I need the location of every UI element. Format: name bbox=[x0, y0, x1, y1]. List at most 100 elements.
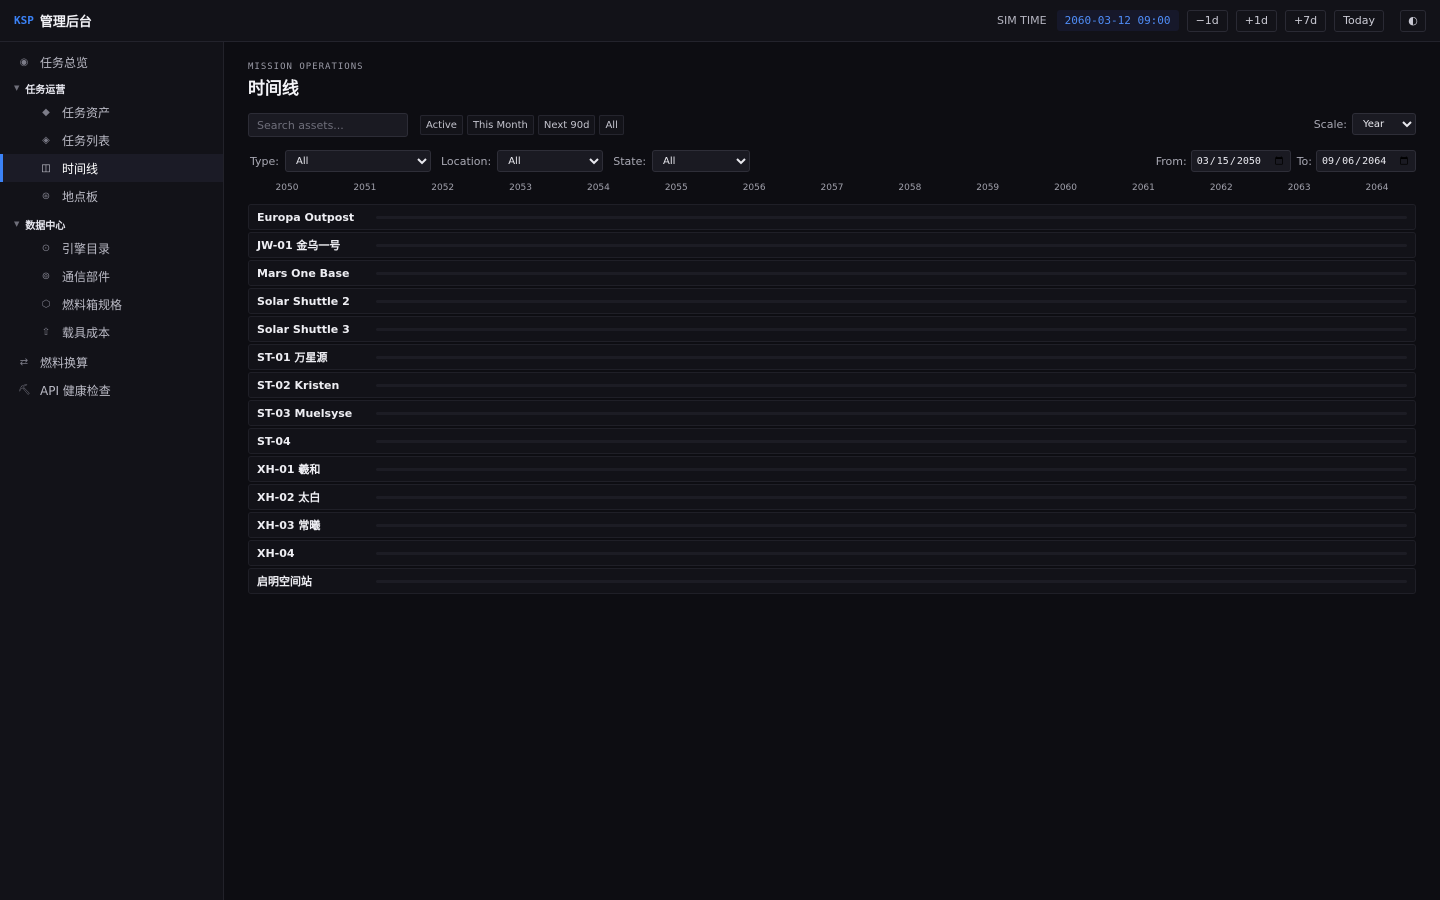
date-range: From: To: bbox=[1156, 150, 1416, 172]
chip-active[interactable]: Active bbox=[420, 115, 463, 135]
chevron-down-icon: ▼ bbox=[14, 220, 20, 228]
timeline-row[interactable]: ST-04 bbox=[248, 428, 1416, 454]
chip-all[interactable]: All bbox=[599, 115, 624, 135]
sidebar-item-label: 通信部件 bbox=[62, 269, 111, 284]
year-tick: 2057 bbox=[820, 183, 844, 193]
swap-icon: ⇄ bbox=[19, 356, 29, 368]
type-label: Type: bbox=[250, 154, 279, 168]
sidebar-item-api-health[interactable]: ⛏ API 健康检查 bbox=[0, 376, 223, 404]
sidebar-item-label: 载具成本 bbox=[62, 325, 111, 340]
timeline-track bbox=[376, 300, 1407, 303]
app-title: 管理后台 bbox=[39, 15, 92, 30]
chevron-down-icon: ▼ bbox=[14, 84, 20, 92]
sidebar-item-location-board[interactable]: ⊛ 地点板 bbox=[0, 182, 223, 210]
timeline-track bbox=[376, 244, 1407, 247]
sidebar-group-data-center[interactable]: ▼ 数据中心 bbox=[0, 214, 223, 234]
timeline-row[interactable]: 启明空间站 bbox=[248, 568, 1416, 594]
timeline-row[interactable]: Solar Shuttle 2 bbox=[248, 288, 1416, 314]
search-input[interactable] bbox=[248, 113, 408, 137]
year-tick: 2050 bbox=[275, 183, 299, 193]
diamond-outline-icon: ◈ bbox=[42, 134, 50, 146]
plus-1d-button[interactable]: +1d bbox=[1235, 9, 1277, 32]
timeline-row[interactable]: ST-03 Muelsyse bbox=[248, 400, 1416, 426]
timeline-year-axis: 2050 2051 2052 2053 2054 2055 2056 2057 2058 2059… bbox=[248, 183, 1416, 197]
brand[interactable]: KSP 管理后台 bbox=[14, 11, 92, 30]
state-select[interactable]: All bbox=[652, 150, 751, 172]
sidebar-item-label: 地点板 bbox=[62, 189, 99, 204]
sidebar-item-label: 燃料箱规格 bbox=[62, 297, 123, 312]
sidebar-item-engine-catalog[interactable]: ⊙ 引擎目录 bbox=[0, 234, 223, 262]
asset-name: Europa Outpost bbox=[257, 210, 355, 224]
timeline-row[interactable]: JW-01 金乌一号 bbox=[248, 232, 1416, 258]
scale-label: Scale: bbox=[1313, 117, 1347, 131]
timeline-track bbox=[376, 384, 1407, 387]
sidebar-item-fuel-tank-specs[interactable]: ⬡ 燃料箱规格 bbox=[0, 290, 223, 318]
sidebar-item-mission-assets[interactable]: ◆ 任务资产 bbox=[0, 98, 223, 126]
arrow-up-icon: ⇧ bbox=[41, 326, 51, 338]
sim-time-value: 2060-03-12 09:00 bbox=[1056, 10, 1179, 31]
sidebar-item-mission-list[interactable]: ◈ 任务列表 bbox=[0, 126, 223, 154]
timeline-row[interactable]: ST-02 Kristen bbox=[248, 372, 1416, 398]
sidebar-group-title: 任务运营 bbox=[25, 84, 66, 96]
year-tick: 2063 bbox=[1287, 183, 1311, 193]
year-tick: 2052 bbox=[431, 183, 455, 193]
sidebar-item-comm-parts[interactable]: ⊚ 通信部件 bbox=[0, 262, 223, 290]
year-tick: 2055 bbox=[664, 183, 688, 193]
sidebar-item-label: 引擎目录 bbox=[62, 241, 111, 256]
timeline-row[interactable]: XH-02 太白 bbox=[248, 484, 1416, 510]
timeline-row[interactable]: XH-04 bbox=[248, 540, 1416, 566]
timeline-row[interactable]: Europa Outpost bbox=[248, 204, 1416, 230]
to-label: To: bbox=[1296, 154, 1312, 168]
scale-select[interactable]: Year bbox=[1352, 113, 1416, 135]
asset-name: ST-01 万星源 bbox=[257, 351, 328, 364]
timeline-track bbox=[376, 496, 1407, 499]
page-eyebrow: MISSION OPERATIONS bbox=[248, 62, 364, 72]
sidebar-group-mission-ops[interactable]: ▼ 任务运营 bbox=[0, 78, 223, 98]
location-label: Location: bbox=[440, 154, 492, 168]
today-button[interactable]: Today bbox=[1334, 9, 1384, 32]
asset-name: ST-04 bbox=[257, 434, 291, 448]
timeline-track bbox=[376, 356, 1407, 359]
location-select[interactable]: All bbox=[497, 150, 604, 172]
timeline-row[interactable]: ST-01 万星源 bbox=[248, 344, 1416, 370]
timeline-row[interactable]: Mars One Base bbox=[248, 260, 1416, 286]
timeline-track bbox=[376, 216, 1407, 219]
asset-name: XH-01 羲和 bbox=[257, 463, 321, 476]
to-date-input[interactable] bbox=[1316, 150, 1416, 172]
sidebar: ◉ 任务总览 ▼ 任务运营 ◆ 任务资产 ◈ 任务列表 ◫ 时间线 ⊛ 地点板 … bbox=[0, 42, 224, 900]
timeline-track bbox=[376, 468, 1407, 471]
plus-7d-button[interactable]: +7d bbox=[1284, 9, 1327, 32]
state-label: State: bbox=[613, 154, 647, 168]
sidebar-item-timeline[interactable]: ◫ 时间线 bbox=[0, 154, 223, 182]
sidebar-item-vehicle-cost[interactable]: ⇧ 载具成本 bbox=[0, 318, 223, 346]
year-tick: 2060 bbox=[1054, 183, 1078, 193]
year-tick: 2062 bbox=[1209, 183, 1233, 193]
sidebar-item-label: 任务总览 bbox=[40, 55, 89, 70]
chip-this-month[interactable]: This Month bbox=[466, 115, 534, 135]
year-tick: 2051 bbox=[353, 183, 377, 193]
minus-1d-button[interactable]: −1d bbox=[1186, 9, 1228, 32]
asset-name: Mars One Base bbox=[257, 266, 350, 280]
timeline-track bbox=[376, 412, 1407, 415]
timeline-row[interactable]: Solar Shuttle 3 bbox=[248, 316, 1416, 342]
diamond-icon: ◆ bbox=[42, 106, 50, 118]
timeline-track bbox=[376, 328, 1407, 331]
asset-name: 启明空间站 bbox=[257, 575, 312, 588]
asset-name: Solar Shuttle 3 bbox=[257, 322, 350, 336]
sim-time-label: SIM TIME bbox=[996, 14, 1047, 27]
antenna-icon: ⊚ bbox=[41, 270, 51, 282]
sim-time-controls: SIM TIME 2060-03-12 09:00 −1d +1d +7d To… bbox=[996, 9, 1426, 32]
sidebar-item-fuel-calc[interactable]: ⇄ 燃料换算 bbox=[0, 348, 223, 376]
top-bar: KSP 管理后台 SIM TIME 2060-03-12 09:00 −1d +… bbox=[0, 0, 1440, 42]
timeline-rows: Europa Outpost JW-01 金乌一号 Mars One Base Sol… bbox=[248, 204, 1416, 596]
hexagon-icon: ⬡ bbox=[41, 298, 51, 310]
timeline-row[interactable]: XH-01 羲和 bbox=[248, 456, 1416, 482]
from-date-input[interactable] bbox=[1190, 150, 1291, 172]
type-select[interactable]: All bbox=[284, 150, 431, 172]
asset-name: XH-02 太白 bbox=[257, 491, 321, 504]
timeline-row[interactable]: XH-03 常曦 bbox=[248, 512, 1416, 538]
sidebar-item-overview[interactable]: ◉ 任务总览 bbox=[0, 48, 223, 76]
asset-name: Solar Shuttle 2 bbox=[257, 294, 350, 308]
chip-next-90d[interactable]: Next 90d bbox=[537, 115, 596, 135]
theme-toggle-icon[interactable]: ◐ bbox=[1400, 9, 1426, 32]
